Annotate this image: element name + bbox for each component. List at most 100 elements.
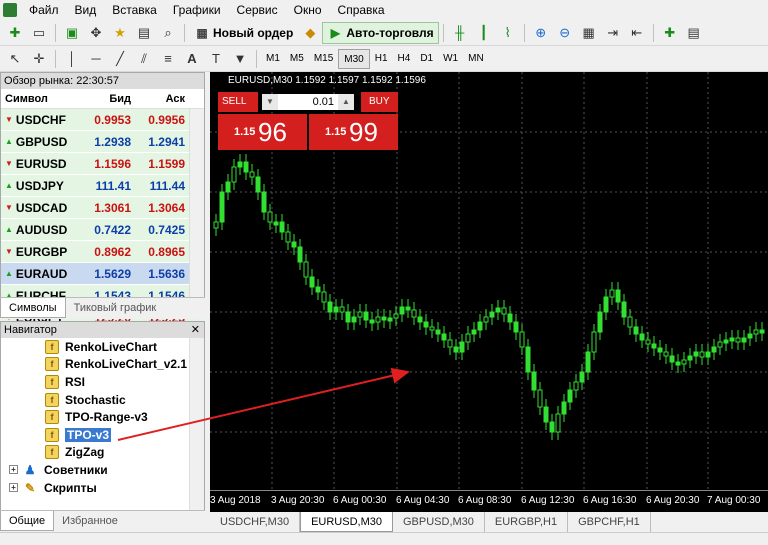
lot-decrease-icon[interactable]: ▼ — [262, 94, 278, 110]
candle — [519, 331, 525, 348]
horizontal-line-icon[interactable]: ─ — [85, 48, 107, 70]
sell-button[interactable]: SELL — [218, 92, 258, 112]
lot-size-input[interactable]: 0.01 — [278, 94, 338, 110]
line-chart-icon[interactable]: ⌇ — [497, 22, 519, 44]
navigator-scrollbar[interactable] — [189, 338, 204, 512]
market-watch-row[interactable]: ▼ EURUSD 1.1596 1.1599 — [1, 153, 204, 175]
chart-tab[interactable]: EURGBP,H1 — [485, 512, 569, 532]
navigator-title-text: Навигатор — [4, 324, 57, 336]
chart-tab[interactable]: EURUSD,M30 — [300, 512, 393, 532]
zoom-out-icon[interactable]: ⊖ — [554, 22, 576, 44]
timeframe-m15[interactable]: M15 — [309, 49, 338, 69]
timeframe-m5[interactable]: M5 — [285, 49, 309, 69]
arrows-icon[interactable]: ▼ — [229, 48, 251, 70]
market-watch-row[interactable]: ▲ EURAUD 1.5629 1.5636 — [1, 263, 204, 285]
menu-insert[interactable]: Вставка — [104, 0, 165, 20]
tab-favorites[interactable]: Избранное — [54, 511, 126, 531]
indicator-label: RenkoLiveChart_v2.1 — [65, 357, 188, 372]
timeframe-m30[interactable]: M30 — [338, 48, 370, 69]
candle — [627, 316, 633, 328]
navigator-indicator-item[interactable]: f ZigZag — [1, 444, 204, 462]
column-symbol[interactable]: Символ — [1, 93, 79, 105]
market-watch-scrollbar[interactable] — [189, 109, 204, 301]
navigator-indicator-item[interactable]: f Stochastic — [1, 391, 204, 409]
candle — [525, 346, 531, 373]
tab-tick-chart[interactable]: Тиковый график — [66, 298, 165, 318]
candle — [591, 331, 597, 353]
crosshair-icon[interactable]: ✛ — [28, 48, 50, 70]
autoscroll-icon[interactable]: ⇥ — [602, 22, 624, 44]
timeframe-w1[interactable]: W1 — [438, 49, 463, 69]
bid-cell: 0.7422 — [94, 222, 131, 237]
navigator-indicator-item[interactable]: f TPO-v3 — [1, 426, 204, 444]
tab-common[interactable]: Общие — [0, 511, 55, 531]
navigator-icon[interactable]: ★ — [109, 22, 131, 44]
new-chart-icon[interactable]: ✚ — [4, 22, 26, 44]
navigator-indicator-item[interactable]: f RenkoLiveChart_v2.1 — [1, 356, 204, 374]
buy-button[interactable]: BUY — [361, 92, 398, 112]
tile-windows-icon[interactable]: ▦ — [578, 22, 600, 44]
bid-cell: 1.1596 — [94, 156, 131, 171]
menu-window[interactable]: Окно — [286, 0, 330, 20]
text-tool-icon[interactable]: A — [181, 48, 203, 70]
expand-icon[interactable]: + — [9, 483, 18, 493]
equidistant-channel-icon[interactable]: ⫽ — [133, 48, 155, 70]
menu-tools[interactable]: Сервис — [229, 0, 286, 20]
templates-icon[interactable]: ▤ — [683, 22, 705, 44]
sell-price-button[interactable]: 1.15 96 — [218, 114, 307, 150]
candle — [309, 276, 315, 288]
close-icon[interactable]: ✕ — [191, 322, 200, 338]
autotrade-button[interactable]: ▶ Авто-торговля — [322, 21, 439, 44]
text-label-icon[interactable]: T — [205, 48, 227, 70]
timeframe-h4[interactable]: H4 — [393, 49, 416, 69]
strategy-tester-icon[interactable]: ⌕ — [157, 22, 179, 44]
menu-help[interactable]: Справка — [330, 0, 393, 20]
column-bid[interactable]: Бид — [79, 93, 131, 105]
candle — [501, 307, 507, 315]
expand-icon[interactable]: + — [9, 465, 18, 475]
data-window-icon[interactable]: ✥ — [85, 22, 107, 44]
new-order-button[interactable]: ▦ Новый ордер — [189, 22, 298, 44]
market-watch-row[interactable]: ▼ USDCAD 1.3061 1.3064 — [1, 197, 204, 219]
chart-tab[interactable]: GBPUSD,M30 — [393, 512, 485, 532]
timeframe-m1[interactable]: M1 — [261, 49, 285, 69]
navigator-folder-item[interactable]: + ✎ Скрипты — [1, 479, 204, 497]
buy-price-button[interactable]: 1.15 99 — [309, 114, 398, 150]
navigator-indicator-item[interactable]: f TPO-Range-v3 — [1, 408, 204, 426]
fibonacci-icon[interactable]: ≡ — [157, 48, 179, 70]
navigator-indicator-item[interactable]: f RSI — [1, 373, 204, 391]
navigator-indicator-item[interactable]: f RenkoLiveChart — [1, 338, 204, 356]
chart-shift-icon[interactable]: ⇤ — [626, 22, 648, 44]
navigator-folder-item[interactable]: + ♟ Советники — [1, 461, 204, 479]
bar-chart-icon[interactable]: ╫ — [449, 22, 471, 44]
symbol-cell: ▲ GBPUSD — [1, 135, 79, 149]
profiles-icon[interactable]: ▭ — [28, 22, 50, 44]
chart-window[interactable]: EURUSD,M30 1.1592 1.1597 1.1592 1.1596 S… — [210, 72, 768, 512]
market-watch-row[interactable]: ▼ EURGBP 0.8962 0.8965 — [1, 241, 204, 263]
terminal-icon[interactable]: ▤ — [133, 22, 155, 44]
column-ask[interactable]: Аск — [131, 93, 185, 105]
trendline-icon[interactable]: ╱ — [109, 48, 131, 70]
market-watch-row[interactable]: ▲ AUDUSD 0.7422 0.7425 — [1, 219, 204, 241]
chart-tab[interactable]: GBPCHF,H1 — [568, 512, 651, 532]
timeframe-mn[interactable]: MN — [463, 49, 489, 69]
timeframe-h1[interactable]: H1 — [370, 49, 393, 69]
chart-tab[interactable]: USDCHF,M30 — [210, 512, 301, 532]
menu-file[interactable]: Файл — [21, 0, 67, 20]
cursor-icon[interactable]: ↖ — [4, 48, 26, 70]
vertical-line-icon[interactable]: │ — [61, 48, 83, 70]
zoom-in-icon[interactable]: ⊕ — [530, 22, 552, 44]
market-watch-row[interactable]: ▲ GBPUSD 1.2938 1.2941 — [1, 131, 204, 153]
menu-view[interactable]: Вид — [67, 0, 105, 20]
market-watch-row[interactable]: ▲ USDJPY 111.41 111.44 — [1, 175, 204, 197]
lot-increase-icon[interactable]: ▲ — [338, 94, 354, 110]
metaeditor-icon[interactable]: ◆ — [299, 22, 321, 44]
menu-charts[interactable]: Графики — [165, 0, 229, 20]
market-watch-icon[interactable]: ▣ — [61, 22, 83, 44]
tab-symbols[interactable]: Символы — [0, 298, 66, 318]
candle — [651, 343, 657, 349]
timeframe-d1[interactable]: D1 — [415, 49, 438, 69]
market-watch-row[interactable]: ▼ USDCHF 0.9953 0.9956 — [1, 109, 204, 131]
indicators-icon[interactable]: ✚ — [659, 22, 681, 44]
candlestick-icon[interactable]: ┃ — [473, 22, 495, 44]
